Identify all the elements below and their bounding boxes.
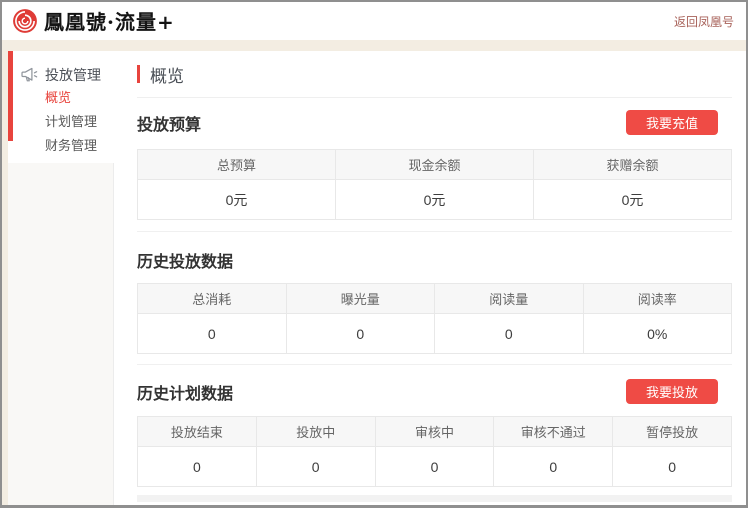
plan-data-table: 投放结束 投放中 审核中 审核不通过 暂停投放 0 0 0 0 0 [137,416,732,487]
main-area: 投放管理 概览 计划管理 财务管理 概览 投放预算 我要充值 总预算 [2,51,746,505]
sidebar-item-finance-management[interactable]: 财务管理 [8,134,114,158]
col-reads: 阅读量 [435,284,584,314]
val-reads: 0 [435,314,584,354]
page-title: 概览 [137,62,732,86]
val-total-budget: 0元 [138,180,336,220]
val-read-rate: 0% [583,314,732,354]
col-review-rejected: 审核不通过 [494,417,613,447]
sidebar-accent-bar [8,51,13,141]
col-delivery-ended: 投放结束 [138,417,257,447]
col-gift-balance: 获赠余额 [534,150,732,180]
col-delivery-paused: 暂停投放 [613,417,732,447]
section-budget-header: 投放预算 我要充值 [137,110,732,135]
val-delivery-paused: 0 [613,447,732,487]
col-read-rate: 阅读率 [583,284,732,314]
section-divider [137,364,732,365]
history-data-table: 总消耗 曝光量 阅读量 阅读率 0 0 0 0% [137,283,732,354]
val-total-consumption: 0 [138,314,287,354]
content-area: 概览 投放预算 我要充值 总预算 现金余额 获赠余额 0元 0元 0元 [114,51,746,505]
brand-logo: 鳳凰號·流量+ [12,8,175,34]
section-history-title: 历史投放数据 [137,248,233,272]
page-title-accent [137,65,140,83]
col-delivering: 投放中 [256,417,375,447]
val-review-rejected: 0 [494,447,613,487]
table-value-row: 0 0 0 0 0 [138,447,732,487]
section-history-header: 历史投放数据 [137,247,732,272]
table-value-row: 0元 0元 0元 [138,180,732,220]
col-exposure: 曝光量 [286,284,435,314]
back-to-phoenix-link[interactable]: 返回凤凰号 [674,13,734,30]
app-title: 鳳凰號·流量+ [44,10,175,32]
section-plan-header: 历史计划数据 我要投放 [137,379,732,404]
val-cash-balance: 0元 [336,180,534,220]
sidebar-item-overview[interactable]: 概览 [8,86,114,110]
section-budget-title: 投放预算 [137,111,201,135]
val-gift-balance: 0元 [534,180,732,220]
phoenix-logo-icon [12,8,38,34]
col-total-budget: 总预算 [138,150,336,180]
page-title-text: 概览 [150,62,184,87]
cutoff-next-section-strip [137,495,732,502]
top-header: 鳳凰號·流量+ 返回凤凰号 [2,2,746,40]
table-header-row: 总预算 现金余额 获赠余额 [138,150,732,180]
create-delivery-button[interactable]: 我要投放 [626,379,718,404]
budget-table: 总预算 现金余额 获赠余额 0元 0元 0元 [137,149,732,220]
page-title-divider [137,97,732,98]
val-delivery-ended: 0 [138,447,257,487]
val-under-review: 0 [375,447,494,487]
col-cash-balance: 现金余额 [336,150,534,180]
table-header-row: 投放结束 投放中 审核中 审核不通过 暂停投放 [138,417,732,447]
table-value-row: 0 0 0 0% [138,314,732,354]
table-header-row: 总消耗 曝光量 阅读量 阅读率 [138,284,732,314]
sidebar-item-plan-management[interactable]: 计划管理 [8,110,114,134]
val-exposure: 0 [286,314,435,354]
section-divider [137,231,732,232]
app-window: 鳳凰號·流量+ 返回凤凰号 投放管理 [0,0,748,508]
col-total-consumption: 总消耗 [138,284,287,314]
section-plan-title: 历史计划数据 [137,380,233,404]
sidebar-background [8,163,114,505]
header-divider-strip [2,40,746,51]
recharge-button[interactable]: 我要充值 [626,110,718,135]
sidebar-group-delivery-management[interactable]: 投放管理 [8,64,114,86]
megaphone-icon [20,67,38,83]
col-under-review: 审核中 [375,417,494,447]
sidebar-menu: 投放管理 概览 计划管理 财务管理 [8,51,114,163]
sidebar: 投放管理 概览 计划管理 财务管理 [8,51,114,505]
sidebar-group-label: 投放管理 [45,65,101,85]
val-delivering: 0 [256,447,375,487]
